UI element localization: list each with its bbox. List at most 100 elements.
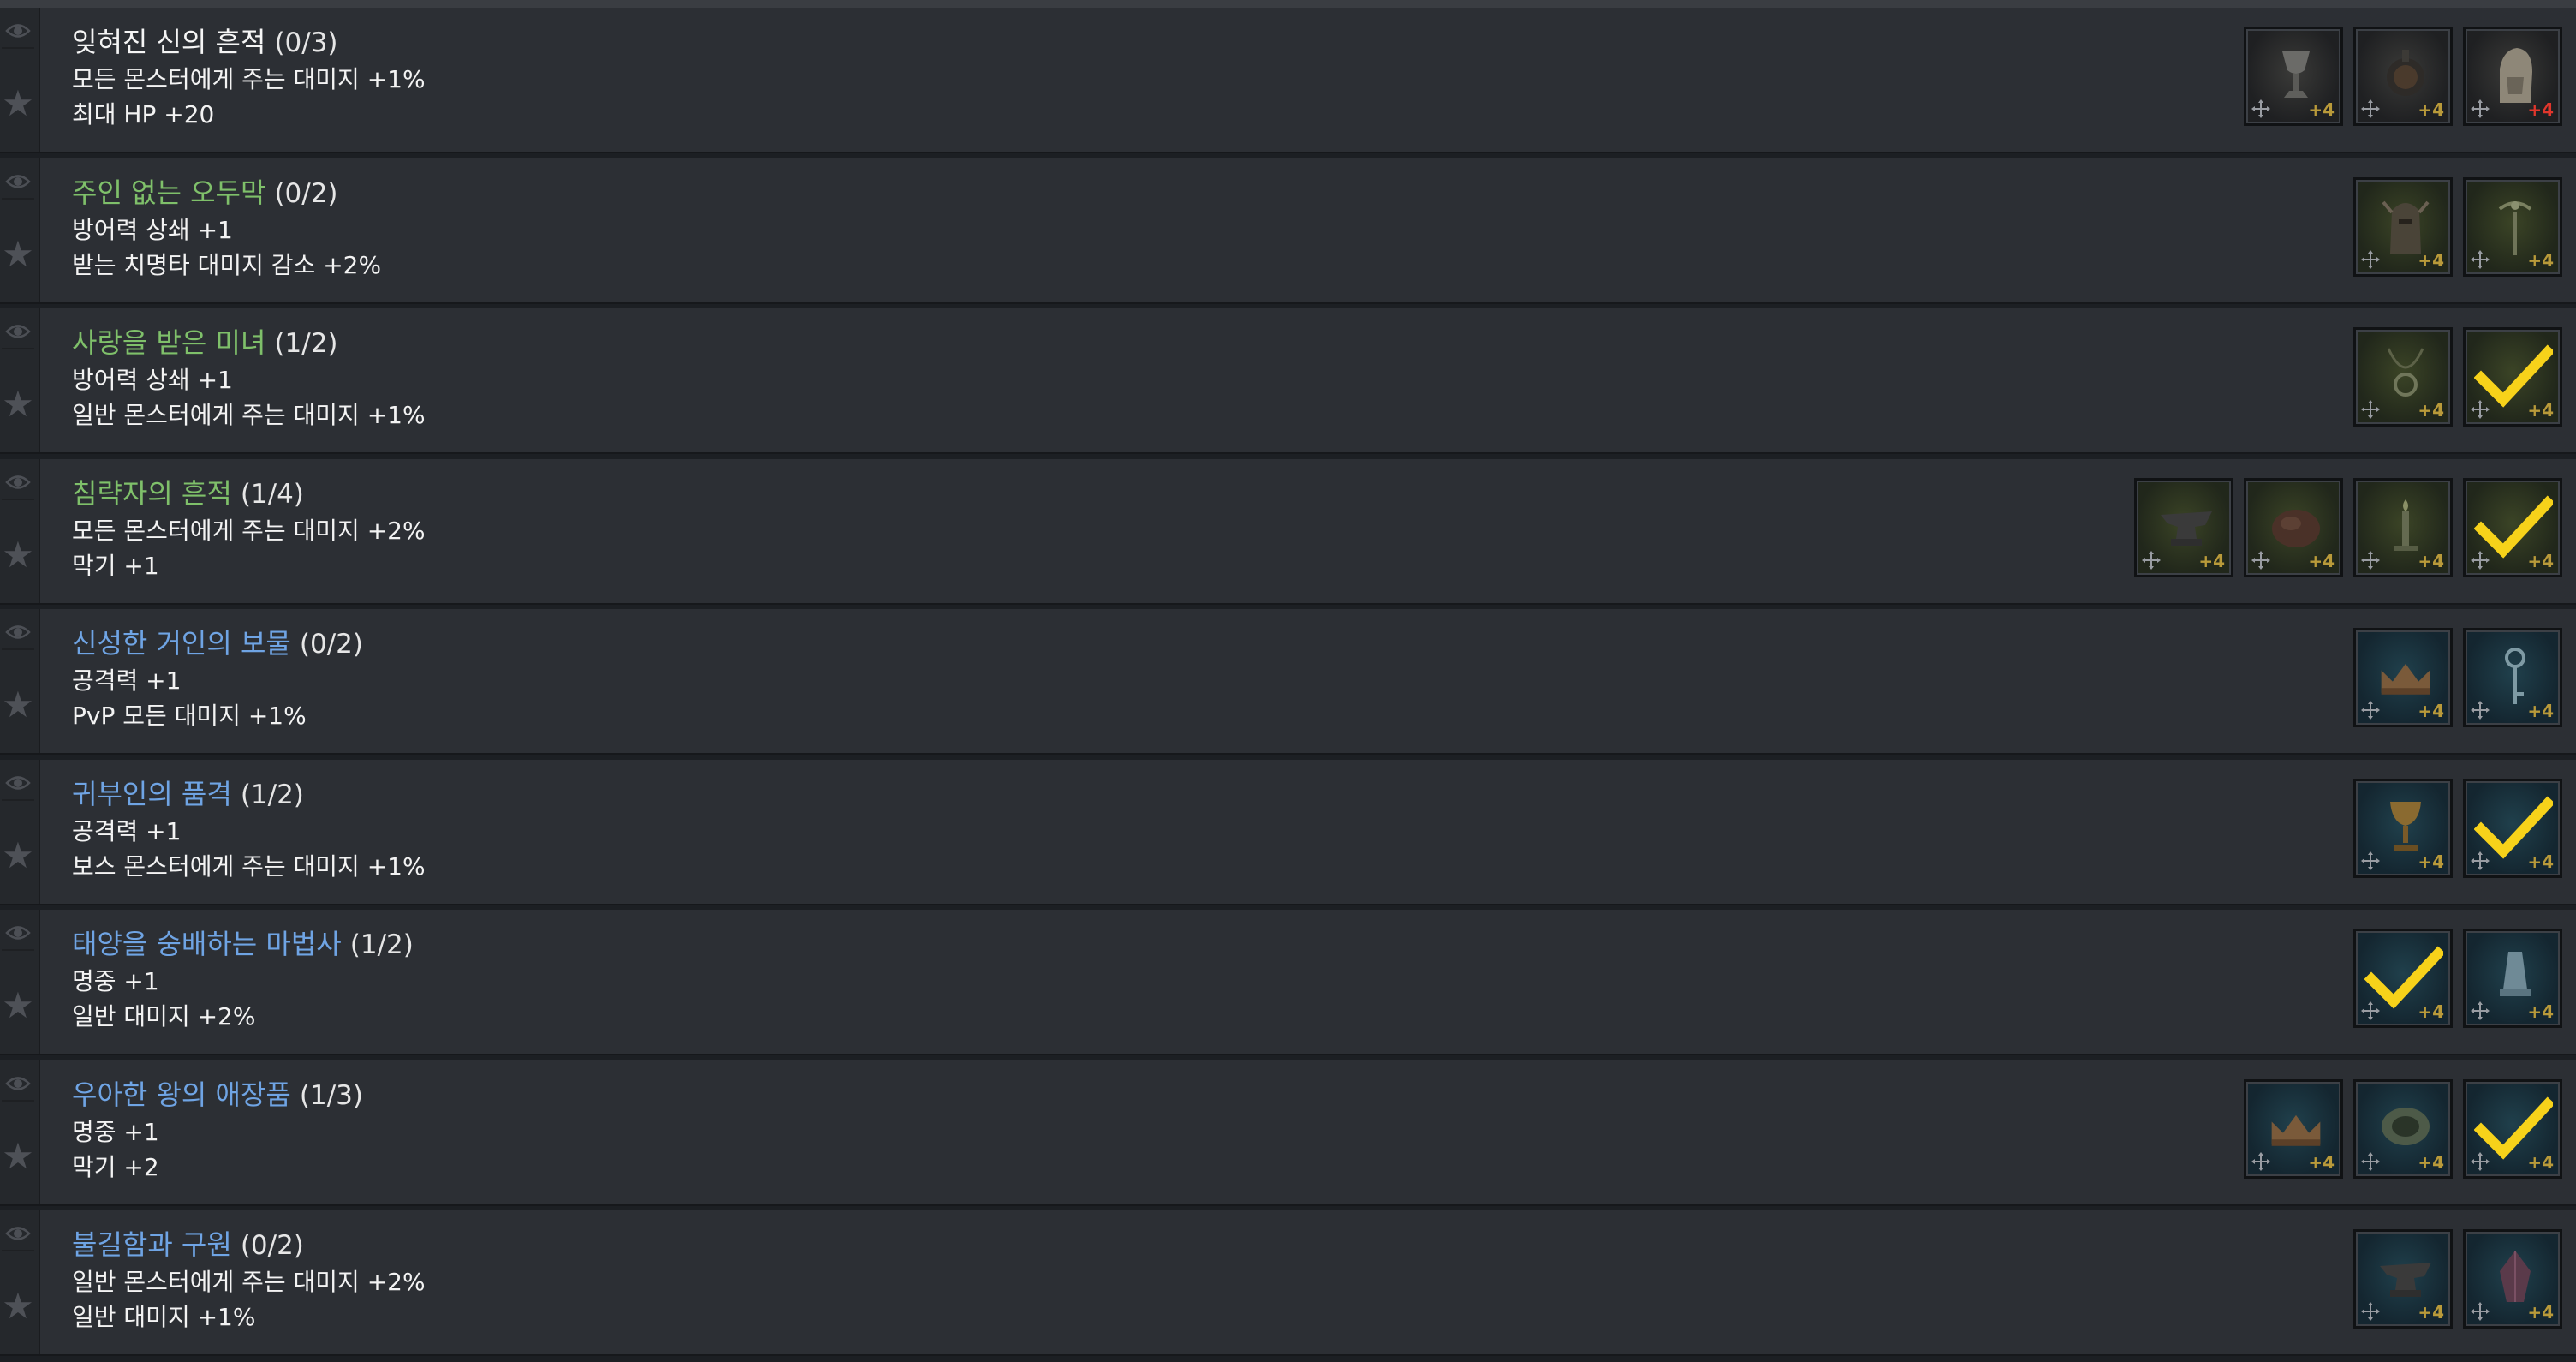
eye-icon[interactable] xyxy=(2,1067,34,1102)
item-level: +4 xyxy=(2527,400,2554,421)
item-slot[interactable]: +4 xyxy=(2463,477,2562,577)
star-icon[interactable]: ★ xyxy=(2,1288,34,1324)
orb-icon xyxy=(2376,43,2435,108)
move-icon xyxy=(2361,1151,2380,1171)
row-side-controls: ★ xyxy=(0,759,40,904)
item-slot[interactable]: +4 xyxy=(2353,27,2453,126)
star-icon[interactable]: ★ xyxy=(2,1138,34,1174)
eye-icon[interactable] xyxy=(2,616,34,650)
item-slot[interactable]: +4 xyxy=(2353,1229,2453,1329)
item-level: +4 xyxy=(2527,1001,2554,1022)
move-icon xyxy=(2251,99,2270,118)
item-slot[interactable]: +4 xyxy=(2353,477,2453,577)
move-icon xyxy=(2471,1151,2490,1171)
set-progress: (1/2) xyxy=(349,929,414,960)
item-slot[interactable]: +4 xyxy=(2353,628,2453,727)
item-slot[interactable]: +4 xyxy=(2463,176,2562,277)
item-slot[interactable]: +4 xyxy=(2463,27,2562,126)
collection-set-row[interactable]: ★ 태양을 숭배하는 마법사 (1/2) 명중 +1 일반 대미지 +2% +4 +4 xyxy=(0,910,2576,1055)
set-bonus-stat: 모든 몬스터에게 주는 대미지 +1% xyxy=(72,65,426,93)
item-level: +4 xyxy=(2308,99,2334,120)
eye-icon[interactable] xyxy=(2,466,34,500)
move-icon xyxy=(2361,550,2380,570)
item-slot[interactable]: +4 xyxy=(2353,778,2453,878)
set-progress: (0/3) xyxy=(274,27,338,58)
eye-icon[interactable] xyxy=(2,917,34,951)
item-level: +4 xyxy=(2308,550,2334,571)
item-slot[interactable]: +4 xyxy=(2463,1229,2562,1329)
star-icon[interactable]: ★ xyxy=(2,837,34,873)
item-slot[interactable]: +4 xyxy=(2353,327,2453,427)
set-name: 우아한 왕의 애장품 xyxy=(72,1078,291,1111)
star-icon[interactable]: ★ xyxy=(2,386,34,422)
set-info: 귀부인의 품격 (1/2) 공격력 +1 보스 몬스터에게 주는 대미지 +1% xyxy=(72,775,426,884)
item-slot[interactable]: +4 xyxy=(2244,27,2343,126)
eye-icon[interactable] xyxy=(2,165,34,200)
item-slot[interactable]: +4 xyxy=(2463,628,2562,727)
item-slot[interactable]: +4 xyxy=(2463,929,2562,1028)
move-icon xyxy=(2361,1001,2380,1020)
move-icon xyxy=(2471,701,2490,720)
set-name: 귀부인의 품격 xyxy=(72,777,232,810)
item-slots: +4 +4 +4 xyxy=(2244,1078,2562,1179)
item-level: +4 xyxy=(2527,701,2554,721)
item-level: +4 xyxy=(2527,1302,2554,1323)
set-progress: (0/2) xyxy=(299,629,363,660)
item-slot[interactable]: +4 xyxy=(2353,1078,2453,1179)
item-slot[interactable]: +4 xyxy=(2244,1078,2343,1179)
set-name: 태양을 숭배하는 마법사 xyxy=(72,928,342,960)
set-bonus-stat: 막기 +2 xyxy=(72,1152,159,1181)
bowl-icon xyxy=(2376,1096,2435,1161)
set-title: 불길함과 구원 (0/2) xyxy=(72,1226,426,1264)
item-level: +4 xyxy=(2527,851,2554,872)
set-info: 불길함과 구원 (0/2) 일반 몬스터에게 주는 대미지 +2% 일반 대미지 +1… xyxy=(72,1226,426,1335)
item-level: +4 xyxy=(2308,1151,2334,1173)
eye-icon[interactable] xyxy=(2,315,34,349)
eye-icon[interactable] xyxy=(2,15,34,49)
collection-set-row[interactable]: ★ 신성한 거인의 보물 (0/2) 공격력 +1 PvP 모든 대미지 +1% +4 +4 xyxy=(0,609,2576,755)
item-slots: +4 +4 xyxy=(2353,327,2562,427)
collection-set-row[interactable]: ★ 침략자의 흔적 (1/4) 모든 몬스터에게 주는 대미지 +2% 막기 +1 +4 +… xyxy=(0,458,2576,605)
collection-set-row[interactable]: ★ 불길함과 구원 (0/2) 일반 몬스터에게 주는 대미지 +2% 일반 대미지 +… xyxy=(0,1210,2576,1356)
set-bonus-stat: 방어력 상쇄 +1 xyxy=(72,366,233,394)
item-slot[interactable]: +4 xyxy=(2134,477,2233,577)
item-slot[interactable]: +4 xyxy=(2463,327,2562,427)
star-icon[interactable]: ★ xyxy=(2,988,34,1024)
item-level: +4 xyxy=(2527,1151,2554,1173)
candle-icon xyxy=(2376,494,2435,559)
item-level: +4 xyxy=(2418,249,2444,271)
item-slots: +4 +4 xyxy=(2353,778,2562,878)
set-info: 잊혀진 신의 흔적 (0/3) 모든 몬스터에게 주는 대미지 +1% 최대 HP +… xyxy=(72,23,426,132)
item-slot[interactable]: +4 xyxy=(2463,778,2562,878)
star-icon[interactable]: ★ xyxy=(2,536,34,572)
collection-set-row[interactable]: ★ 사랑을 받은 미녀 (1/2) 방어력 상쇄 +1 일반 몬스터에게 주는 대미지 … xyxy=(0,308,2576,454)
set-progress: (1/4) xyxy=(240,478,304,510)
set-name: 신성한 거인의 보물 xyxy=(72,627,291,660)
eye-icon[interactable] xyxy=(2,767,34,801)
item-slot[interactable]: +4 xyxy=(2353,929,2453,1028)
item-slot[interactable]: +4 xyxy=(2353,176,2453,277)
star-icon[interactable]: ★ xyxy=(2,86,34,122)
anvil-icon xyxy=(2376,1246,2435,1311)
collection-set-row[interactable]: ★ 주인 없는 오두막 (0/2) 방어력 상쇄 +1 받는 치명타 대미지 감소 +2… xyxy=(0,158,2576,304)
set-bonus-stat: 방어력 상쇄 +1 xyxy=(72,215,233,244)
item-slot[interactable]: +4 xyxy=(2463,1078,2562,1179)
collection-set-list: ★ 잊혀진 신의 흔적 (0/3) 모든 몬스터에게 주는 대미지 +1% 최대 HP … xyxy=(0,8,2576,1361)
star-icon[interactable]: ★ xyxy=(2,236,34,272)
eye-icon[interactable] xyxy=(2,1217,34,1251)
set-title: 신성한 거인의 보물 (0/2) xyxy=(72,624,363,663)
move-icon xyxy=(2471,851,2490,870)
move-icon xyxy=(2251,1151,2270,1171)
move-icon xyxy=(2361,99,2380,118)
set-bonus-stat: 모든 몬스터에게 주는 대미지 +2% xyxy=(72,516,426,545)
collection-set-row[interactable]: ★ 잊혀진 신의 흔적 (0/3) 모든 몬스터에게 주는 대미지 +1% 최대 HP … xyxy=(0,8,2576,153)
collection-set-row[interactable]: ★ 우아한 왕의 애장품 (1/3) 명중 +1 막기 +2 +4 +4 +4 xyxy=(0,1060,2576,1206)
item-slots: +4 +4 xyxy=(2353,628,2562,727)
helmet-icon xyxy=(2376,194,2435,259)
move-icon xyxy=(2142,550,2161,570)
collection-set-row[interactable]: ★ 귀부인의 품격 (1/2) 공격력 +1 보스 몬스터에게 주는 대미지 +1% +4… xyxy=(0,759,2576,905)
item-slot[interactable]: +4 xyxy=(2244,477,2343,577)
item-level: +4 xyxy=(2527,249,2554,271)
set-progress: (0/2) xyxy=(274,177,338,209)
star-icon[interactable]: ★ xyxy=(2,687,34,723)
